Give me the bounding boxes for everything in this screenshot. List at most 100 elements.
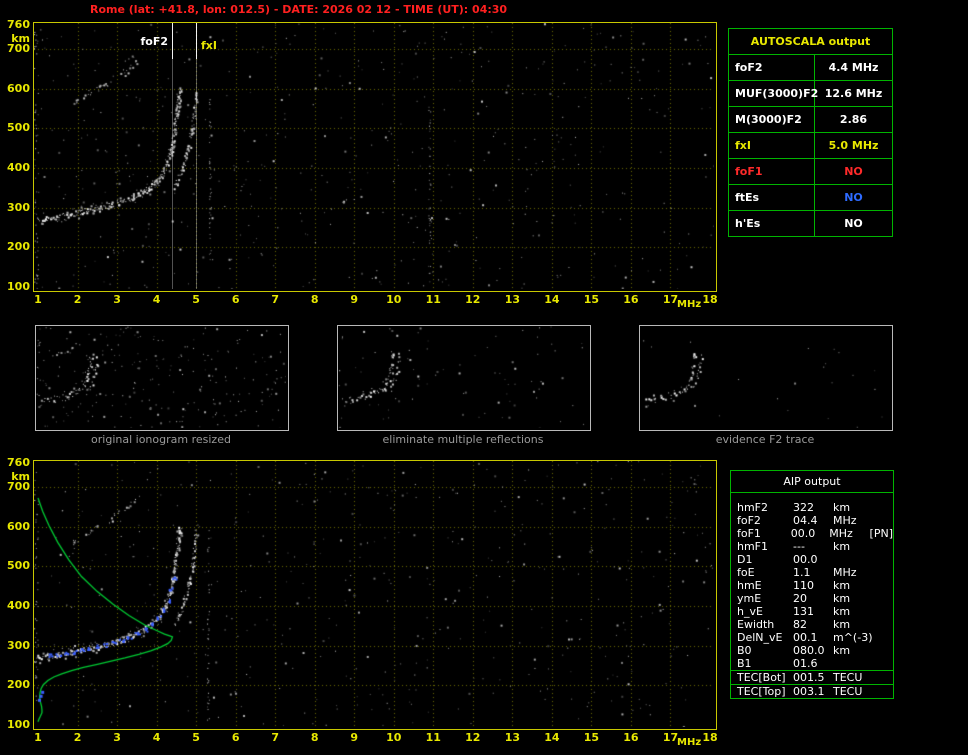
x-axis-label: 5 — [192, 731, 200, 744]
y-axis-label: 100 — [7, 718, 30, 731]
aip-row-value: 20 — [793, 592, 807, 605]
y-axis-label: 760 — [7, 18, 30, 31]
aip-row-unit: km — [833, 540, 851, 553]
aip-row-extra — [875, 605, 893, 618]
x-axis-label: 18 — [702, 731, 718, 744]
aip-row-extra — [875, 685, 893, 698]
aip-row-unit: km — [833, 618, 851, 631]
thumbnail-original-canvas — [36, 326, 286, 428]
x-axis-label: 9 — [350, 731, 359, 744]
aip-row-label: TEC[Top] — [737, 685, 786, 698]
aip-row-value: 110 — [793, 579, 814, 592]
aip-row-label: hmE — [737, 579, 762, 592]
aip-row-value: 82 — [793, 618, 807, 631]
y-axis-label: 400 — [7, 160, 30, 174]
aip-row-value: --- — [793, 540, 805, 553]
aip-row-extra — [875, 501, 893, 514]
y-axis-label: 760 — [7, 456, 30, 469]
aip-row-unit: MHz — [829, 527, 853, 540]
x-axis-unit: MHz — [677, 299, 702, 310]
thumbnail-caption-original: original ionogram resized — [91, 433, 231, 446]
aip-row: B0 080.0 km — [731, 644, 893, 657]
aip-row-unit: m^(-3) — [833, 631, 873, 644]
x-axis-label: 6 — [231, 293, 240, 306]
aip-row-label: Ewidth — [737, 618, 775, 631]
y-axis-label: 300 — [7, 200, 30, 214]
aip-row-extra — [875, 540, 893, 553]
aip-row-unit: km — [833, 579, 851, 592]
aip-row-label: hmF1 — [737, 540, 769, 553]
ionogram-top-plot: foF2 fxI — [33, 22, 717, 292]
x-axis-label: 7 — [271, 293, 279, 306]
aip-row-extra — [875, 618, 893, 631]
autoscala-row-label: fxI — [729, 133, 815, 158]
aip-row-label: hmF2 — [737, 501, 769, 514]
thumbnail-f2-canvas — [640, 326, 890, 428]
x-axis-label: 10 — [386, 293, 402, 306]
aip-row-unit: MHz — [833, 514, 857, 527]
x-axis-label: 10 — [386, 731, 402, 744]
aip-row: hmF1 --- km — [731, 540, 893, 553]
x-axis-label: 13 — [504, 293, 520, 306]
x-axis-label: 15 — [583, 731, 600, 744]
x-axis-label: 2 — [73, 731, 82, 744]
x-axis-label: 5 — [192, 293, 200, 306]
autoscala-row-label: foF1 — [729, 159, 815, 184]
aip-row-label: D1 — [737, 553, 753, 566]
aip-row-unit: MHz — [833, 566, 857, 579]
x-axis-label: 13 — [504, 731, 520, 744]
aip-row-label: foF2 — [737, 514, 761, 527]
aip-row-label: h_vE — [737, 605, 763, 618]
autoscala-row-value: NO — [844, 165, 863, 178]
aip-row-unit: TECU — [833, 685, 863, 698]
aip-row-unit — [833, 657, 875, 670]
aip-row-value: 001.5 — [793, 671, 825, 684]
autoscala-row-label: M(3000)F2 — [729, 107, 815, 132]
ionogram-top-canvas — [34, 23, 714, 289]
aip-row-label: TEC[Bot] — [737, 671, 786, 684]
autoscala-row-label: foF2 — [729, 55, 815, 80]
x-axis-label: 16 — [623, 293, 639, 306]
aip-row-value: 1.1 — [793, 566, 811, 579]
y-axis-label: 600 — [7, 519, 30, 533]
aip-row-value: 00.1 — [793, 631, 818, 644]
aip-row-label: ymE — [737, 592, 762, 605]
thumbnail-eliminate-canvas — [338, 326, 588, 428]
aip-row-unit: TECU — [833, 671, 863, 684]
x-axis-unit: MHz — [677, 737, 702, 748]
x-axis-label: 9 — [350, 293, 359, 306]
aip-row-value: 01.6 — [793, 657, 818, 670]
foF2-marker-line — [172, 23, 173, 289]
autoscala-row: h'Es NO — [729, 211, 892, 236]
ionogram-bottom-plot — [33, 460, 717, 730]
x-axis-label: 11 — [425, 731, 441, 744]
autoscala-row-value: 2.86 — [839, 113, 868, 126]
x-axis-label: 4 — [152, 293, 161, 306]
autoscala-row: foF2 4.4 MHz — [729, 55, 892, 81]
aip-tec-rows: TEC[Bot] 001.5 TECU TEC[Top] 003.1 TECU — [731, 670, 893, 698]
y-axis-unit: km — [11, 470, 30, 483]
y-axis-label: 300 — [7, 638, 30, 652]
aip-row-extra — [875, 579, 893, 592]
aip-row: foF2 04.4 MHz — [731, 514, 893, 527]
autoscala-row: M(3000)F2 2.86 — [729, 107, 892, 133]
x-axis-label: 7 — [271, 731, 279, 744]
autoscala-row: foF1 NO — [729, 159, 892, 185]
x-axis-label: 3 — [113, 293, 121, 306]
aip-row-unit: km — [833, 605, 851, 618]
aip-row-unit: km — [833, 592, 851, 605]
x-axis-label: 12 — [465, 731, 481, 744]
thumbnail-eliminate-reflections — [337, 325, 591, 431]
aip-row-extra — [875, 631, 893, 644]
autoscala-screen: Rome (lat: +41.8, lon: 012.5) - DATE: 20… — [0, 0, 968, 755]
aip-row-label: DelN_vE — [737, 631, 783, 644]
foF2-marker-label: foF2 — [140, 35, 168, 48]
x-axis-label: 8 — [310, 293, 319, 306]
autoscala-row-label: ftEs — [729, 185, 815, 210]
x-axis-label: 1 — [34, 293, 42, 306]
aip-row: h_vE 131 km — [731, 605, 893, 618]
aip-row-value: 322 — [793, 501, 814, 514]
y-axis-label: 500 — [7, 559, 30, 573]
aip-row-value: 080.0 — [793, 644, 825, 657]
autoscala-output-panel: AUTOSCALA output foF2 4.4 MHz MUF(3000)F2 1… — [728, 28, 893, 237]
